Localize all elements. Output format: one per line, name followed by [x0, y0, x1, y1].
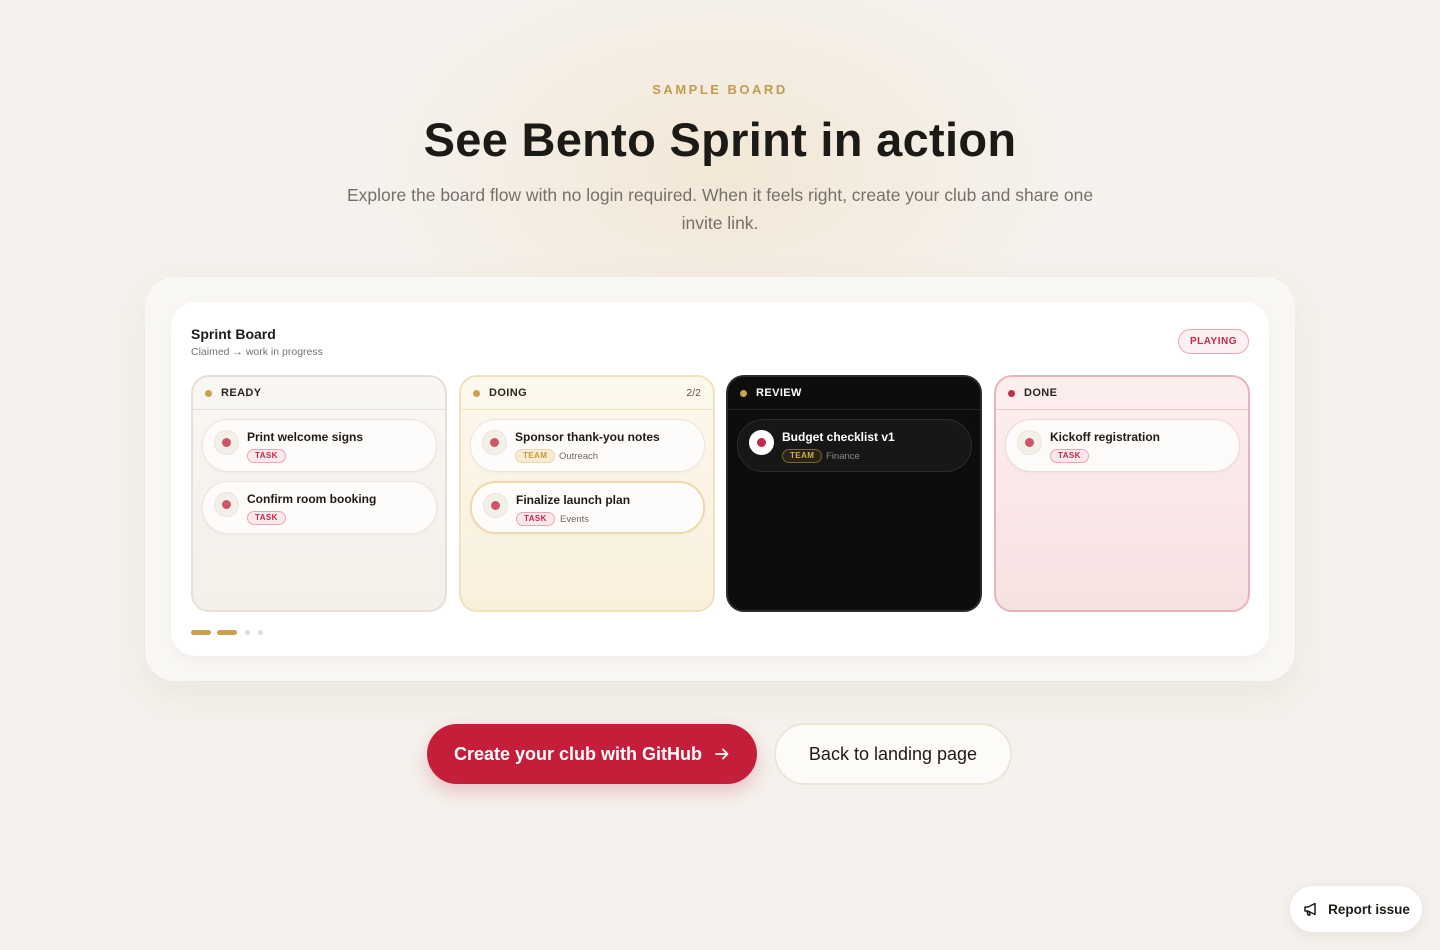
- claim-toggle-icon[interactable]: [214, 492, 239, 517]
- card-title: Budget checklist v1: [782, 430, 895, 444]
- arrow-right-icon: [715, 748, 729, 760]
- page-title: See Bento Sprint in action: [423, 113, 1017, 166]
- board-subtitle: Claimed → work in progress: [191, 346, 323, 358]
- column-name: DOING: [489, 387, 528, 399]
- status-badge: PLAYING: [1177, 329, 1249, 354]
- card-tag: TASK: [1050, 449, 1089, 463]
- column-name: DONE: [1024, 387, 1058, 399]
- sprint-board: Sprint Board Claimed → work in progress …: [171, 302, 1269, 656]
- eyebrow-label: SAMPLE BOARD: [652, 82, 788, 97]
- megaphone-icon: [1304, 902, 1316, 916]
- pager-active-indicator[interactable]: [191, 630, 211, 635]
- card-title: Confirm room booking: [247, 492, 377, 506]
- card-meta: Events: [560, 514, 590, 525]
- column-doing: DOING 2/2 Sponsor thank-you notes TEAM O…: [459, 375, 715, 612]
- column-review: REVIEW Budget checklist v1 TEAM Finance: [726, 375, 982, 612]
- board-pager[interactable]: [191, 630, 263, 635]
- pager-active-indicator[interactable]: [217, 630, 237, 635]
- create-club-label: Create your club with GitHub: [453, 743, 703, 764]
- task-card[interactable]: Budget checklist v1 TEAM Finance: [737, 419, 972, 472]
- report-issue-label: Report issue: [1328, 901, 1410, 917]
- card-tag: TEAM: [782, 449, 823, 463]
- column-header: REVIEW: [728, 377, 980, 410]
- task-card[interactable]: Confirm room booking TASK: [202, 481, 437, 534]
- card-tag: TASK: [247, 511, 286, 525]
- column-ready: READY Print welcome signs TASK Confirm r…: [191, 375, 447, 612]
- board-title: Sprint Board: [191, 326, 276, 342]
- task-card[interactable]: Finalize launch plan TASK Events: [470, 481, 705, 534]
- pager-dot[interactable]: [258, 630, 263, 635]
- column-dot-icon: [1008, 389, 1015, 397]
- column-name: REVIEW: [756, 387, 802, 399]
- page-subtitle: Explore the board flow with no login req…: [346, 185, 1094, 233]
- claim-toggle-icon[interactable]: [749, 430, 774, 455]
- column-name: READY: [221, 387, 262, 399]
- column-header: DONE: [996, 377, 1248, 410]
- card-title: Finalize launch plan: [516, 493, 631, 507]
- card-tag: TASK: [247, 449, 286, 463]
- column-dot-icon: [473, 389, 480, 397]
- task-card[interactable]: Kickoff registration TASK: [1005, 419, 1240, 472]
- column-dot-icon: [740, 389, 747, 397]
- card-meta: Outreach: [559, 451, 599, 462]
- column-header: DOING 2/2: [461, 377, 713, 410]
- card-title: Kickoff registration: [1050, 430, 1161, 444]
- card-title: Print welcome signs: [247, 430, 364, 444]
- back-to-landing-button[interactable]: Back to landing page: [774, 723, 1012, 785]
- claim-toggle-icon[interactable]: [1017, 430, 1042, 455]
- task-card[interactable]: Sponsor thank-you notes TEAM Outreach: [470, 419, 705, 472]
- card-tag: TEAM: [515, 449, 556, 463]
- card-title: Sponsor thank-you notes: [515, 430, 660, 444]
- card-meta: Finance: [826, 451, 860, 462]
- claim-toggle-icon[interactable]: [483, 493, 508, 518]
- column-dot-icon: [205, 389, 212, 397]
- column-count: 2/2: [686, 387, 701, 399]
- report-issue-button[interactable]: Report issue: [1289, 885, 1423, 933]
- back-to-landing-label: Back to landing page: [808, 743, 978, 764]
- task-card[interactable]: Print welcome signs TASK: [202, 419, 437, 472]
- claim-toggle-icon[interactable]: [482, 430, 507, 455]
- board-preview-frame: Sprint Board Claimed → work in progress …: [145, 277, 1295, 681]
- create-club-github-button[interactable]: Create your club with GitHub: [427, 724, 757, 784]
- card-tag: TASK: [516, 512, 555, 526]
- column-done: DONE Kickoff registration TASK: [994, 375, 1250, 612]
- pager-dot[interactable]: [245, 630, 250, 635]
- column-header: READY: [193, 377, 445, 410]
- claim-toggle-icon[interactable]: [214, 430, 239, 455]
